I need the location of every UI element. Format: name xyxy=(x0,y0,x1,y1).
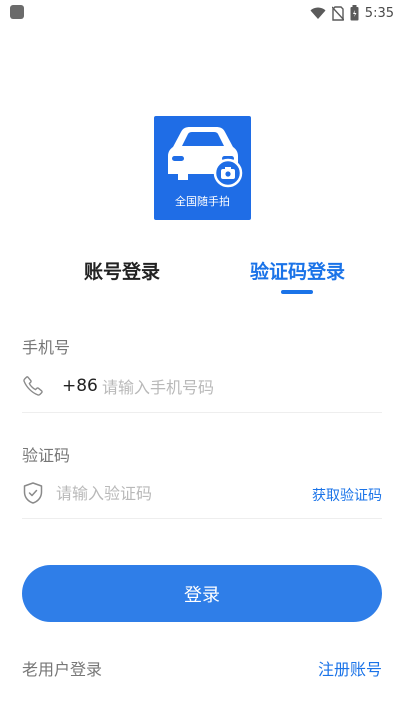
status-icons: 5:35 xyxy=(310,4,394,22)
phone-field: +86 xyxy=(22,362,382,413)
country-code[interactable]: +86 xyxy=(62,376,98,396)
code-input[interactable] xyxy=(56,476,286,510)
tab-code-login[interactable]: 验证码登录 xyxy=(250,257,345,284)
active-tab-indicator xyxy=(281,290,313,294)
register-link[interactable]: 注册账号 xyxy=(318,656,382,680)
phone-input[interactable] xyxy=(102,370,362,404)
code-label: 验证码 xyxy=(22,446,71,465)
wifi-icon xyxy=(310,7,326,19)
battery-icon xyxy=(350,5,359,21)
login-button[interactable]: 登录 xyxy=(22,565,382,622)
app-notification-icon xyxy=(10,5,24,19)
get-code-button[interactable]: 获取验证码 xyxy=(312,485,382,505)
status-time: 5:35 xyxy=(364,5,394,21)
phone-label: 手机号 xyxy=(22,338,71,357)
car-camera-icon xyxy=(168,127,243,188)
no-sim-icon xyxy=(331,5,344,21)
status-bar: 5:35 xyxy=(0,0,404,26)
shield-icon xyxy=(23,482,43,504)
old-user-login-link[interactable]: 老用户登录 xyxy=(22,656,102,680)
logo-caption: 全国随手拍 xyxy=(175,195,230,208)
code-field: 获取验证码 xyxy=(22,468,382,519)
tab-account-login[interactable]: 账号登录 xyxy=(84,257,160,284)
app-logo: 全国随手拍 xyxy=(154,116,251,220)
phone-icon xyxy=(23,376,43,396)
